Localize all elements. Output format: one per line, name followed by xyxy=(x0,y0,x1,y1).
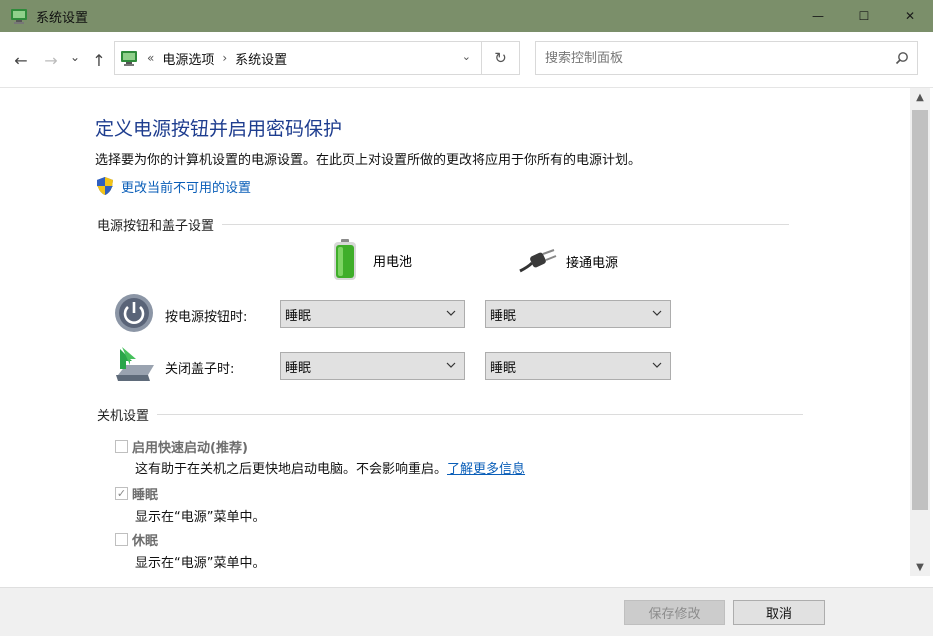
power-button-plugged-select[interactable]: 睡眠 xyxy=(485,300,671,328)
uac-shield-icon xyxy=(97,177,113,195)
fast-startup-option[interactable]: 启用快速启动(推荐) xyxy=(115,437,248,456)
close-lid-battery-select[interactable]: 睡眠 xyxy=(280,352,465,380)
shutdown-section-header: 关机设置 xyxy=(97,405,804,424)
action-bar: 保存修改 取消 xyxy=(0,587,933,636)
chevron-down-icon xyxy=(652,362,662,368)
plugged-column-header: 接通电源 xyxy=(518,249,618,273)
fast-startup-label: 启用快速启动(推荐) xyxy=(132,441,248,456)
chevron-down-icon xyxy=(446,362,456,368)
recent-locations-button[interactable]: ⌄ xyxy=(66,48,84,66)
fast-startup-desc-text: 这有助于在关机之后更快地启动电脑。不会影响重启。 xyxy=(135,462,448,477)
address-bar: ← → ⌄ ↑ « 电源选项 › 系统设置 ⌄ ↻ xyxy=(0,32,933,88)
power-button-icon xyxy=(115,294,153,332)
control-panel-icon xyxy=(121,51,137,66)
change-unavailable-settings-link[interactable]: 更改当前不可用的设置 xyxy=(121,177,251,196)
address-dropdown-icon[interactable]: ⌄ xyxy=(462,50,471,63)
change-settings-link-row[interactable]: 更改当前不可用的设置 xyxy=(95,176,251,196)
breadcrumb-overflow[interactable]: « xyxy=(147,51,154,65)
power-section-title: 电源按钮和盖子设置 xyxy=(97,219,215,234)
breadcrumb-item-system-settings[interactable]: 系统设置 xyxy=(235,49,287,68)
power-section-header: 电源按钮和盖子设置 xyxy=(97,215,790,234)
scroll-up-icon[interactable]: ▲ xyxy=(910,88,930,106)
vertical-scrollbar[interactable]: ▲ ▼ xyxy=(910,88,930,576)
close-button[interactable]: ✕ xyxy=(887,0,933,32)
power-button-label: 按电源按钮时: xyxy=(165,310,248,325)
sleep-description: 显示在“电源”菜单中。 xyxy=(135,510,266,525)
fast-startup-checkbox[interactable] xyxy=(115,440,128,453)
scrollbar-thumb[interactable] xyxy=(912,110,928,510)
select-value: 睡眠 xyxy=(285,308,312,324)
minimize-button[interactable]: — xyxy=(795,0,841,32)
hibernate-label: 休眠 xyxy=(132,534,159,549)
fast-startup-description: 这有助于在关机之后更快地启动电脑。不会影响重启。了解更多信息 xyxy=(135,458,525,477)
search-icon[interactable] xyxy=(895,51,909,65)
select-value: 睡眠 xyxy=(490,308,517,324)
page-title: 定义电源按钮并启用密码保护 xyxy=(95,118,343,140)
page-description: 选择要为你的计算机设置的电源设置。在此页上对设置所做的更改将应用于你所有的电源计… xyxy=(95,153,642,168)
power-button-battery-select[interactable]: 睡眠 xyxy=(280,300,465,328)
learn-more-link[interactable]: 了解更多信息 xyxy=(447,462,525,477)
section-divider xyxy=(222,224,790,225)
power-plug-icon xyxy=(519,249,557,273)
select-value: 睡眠 xyxy=(490,360,517,376)
select-value: 睡眠 xyxy=(285,360,312,376)
battery-column-label: 用电池 xyxy=(373,254,413,270)
plugged-column-label: 接通电源 xyxy=(566,255,619,271)
refresh-button[interactable]: ↻ xyxy=(482,41,520,75)
hibernate-description: 显示在“电源”菜单中。 xyxy=(135,556,266,571)
chevron-down-icon xyxy=(652,310,662,316)
close-lid-plugged-select[interactable]: 睡眠 xyxy=(485,352,671,380)
breadcrumb-separator-icon[interactable]: › xyxy=(222,51,227,65)
hibernate-option[interactable]: 休眠 xyxy=(115,530,158,549)
forward-button[interactable]: → xyxy=(42,51,60,70)
sleep-label: 睡眠 xyxy=(132,488,159,503)
search-box[interactable] xyxy=(535,41,918,75)
battery-column-header: 用电池 xyxy=(333,239,412,281)
breadcrumb[interactable]: « 电源选项 › 系统设置 ⌄ xyxy=(114,41,482,75)
control-panel-icon xyxy=(11,9,27,24)
laptop-lid-icon xyxy=(116,347,154,381)
up-button[interactable]: ↑ xyxy=(90,51,108,70)
back-button[interactable]: ← xyxy=(12,51,30,70)
close-lid-label: 关闭盖子时: xyxy=(165,362,235,377)
chevron-down-icon xyxy=(446,310,456,316)
sleep-option[interactable]: ✓ 睡眠 xyxy=(115,484,158,503)
search-input[interactable] xyxy=(545,50,875,66)
maximize-button[interactable]: ☐ xyxy=(841,0,887,32)
cancel-button[interactable]: 取消 xyxy=(733,600,825,625)
scroll-down-icon[interactable]: ▼ xyxy=(910,558,930,576)
content-pane: 定义电源按钮并启用密码保护 选择要为你的计算机设置的电源设置。在此页上对设置所做… xyxy=(0,89,910,587)
breadcrumb-item-power-options[interactable]: 电源选项 xyxy=(162,49,214,68)
hibernate-checkbox[interactable] xyxy=(115,533,128,546)
window-title: 系统设置 xyxy=(36,10,89,26)
section-divider xyxy=(157,414,804,415)
shutdown-section-title: 关机设置 xyxy=(97,409,150,424)
title-bar: 系统设置 — ☐ ✕ xyxy=(0,0,933,32)
sleep-checkbox[interactable]: ✓ xyxy=(115,487,128,500)
battery-icon xyxy=(334,239,356,280)
save-changes-button[interactable]: 保存修改 xyxy=(624,600,725,625)
